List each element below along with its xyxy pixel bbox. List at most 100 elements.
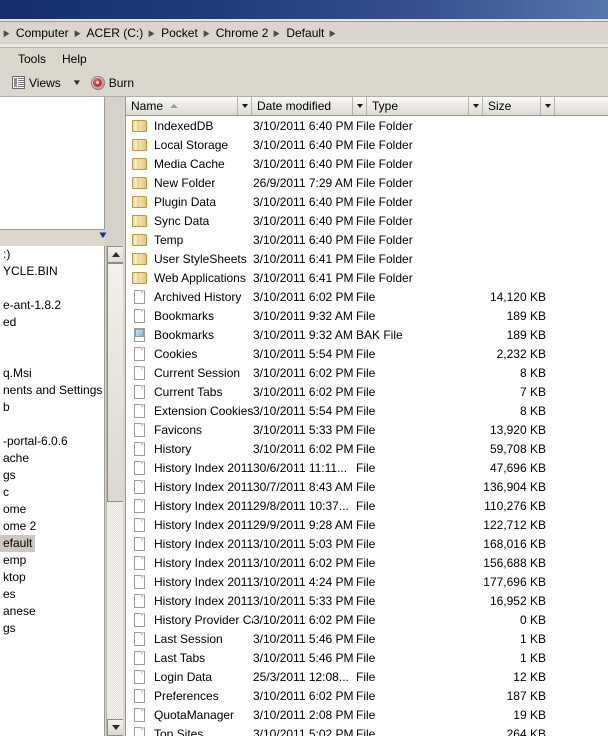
table-row[interactable]: Web Applications 3/10/2011 6:41 PM File Fo… — [126, 268, 608, 287]
breadcrumb-item-computer[interactable]: Computer — [14, 25, 71, 41]
tree-item[interactable]: ome 2 — [0, 518, 104, 535]
nav-pane-scrollbar[interactable] — [106, 246, 124, 736]
table-row[interactable]: Archived History 3/10/2011 6:02 PM File 14,… — [126, 287, 608, 306]
cell-date-modified: 3/10/2011 5:33 PM — [253, 422, 354, 437]
scroll-up-arrow-icon[interactable] — [107, 246, 124, 263]
menu-item-tools[interactable]: Tools — [10, 50, 54, 68]
table-row[interactable]: User StyleSheets 3/10/2011 6:41 PM File Fo… — [126, 249, 608, 268]
views-button[interactable]: Views — [8, 74, 65, 92]
table-row[interactable]: History Index 2011-093/10/2011 4:24 PMFi… — [126, 572, 608, 591]
breadcrumb-arrow-icon[interactable]: ▶ — [201, 28, 213, 38]
breadcrumb-arrow-icon[interactable]: ▶ — [1, 28, 13, 38]
breadcrumb-item-default[interactable]: Default — [284, 25, 326, 41]
table-row[interactable]: Top Sites 3/10/2011 5:02 PM File 264 KB — [126, 724, 608, 736]
file-name-label: Bookmarks — [154, 308, 215, 323]
table-row[interactable]: IndexedDB 3/10/2011 6:40 PM File Folder — [126, 116, 608, 135]
table-row[interactable]: History Index 2011-073/10/2011 5:03 PMFi… — [126, 534, 608, 553]
table-row[interactable]: Sync Data 3/10/2011 6:40 PM File Folder — [126, 211, 608, 230]
breadcrumb-arrow-icon[interactable]: ▶ — [327, 28, 339, 38]
table-row[interactable]: Cookies 3/10/2011 5:54 PM File 2,232 KB — [126, 344, 608, 363]
tree-item[interactable]: :) — [0, 246, 104, 263]
table-row[interactable]: Bookmarks 3/10/2011 9:32 AM File 189 KB — [126, 306, 608, 325]
file-icon — [132, 650, 148, 665]
tree-item[interactable]: anese — [0, 603, 104, 620]
table-row[interactable]: Bookmarks 3/10/2011 9:32 AM BAK File 189 KB — [126, 325, 608, 344]
tree-item[interactable]: gs — [0, 467, 104, 484]
cell-size: 7 KB — [519, 384, 546, 399]
column-header-date-modified[interactable]: Date modified — [252, 97, 353, 115]
table-row[interactable]: Plugin Data 3/10/2011 6:40 PM File Folder — [126, 192, 608, 211]
tree-item[interactable]: e-ant-1.8.2 — [0, 297, 104, 314]
table-row[interactable]: History Index 2011-0430/7/2011 8:43 AMFi… — [126, 477, 608, 496]
breadcrumb-item-chrome-2[interactable]: Chrome 2 — [214, 25, 271, 41]
table-row[interactable]: History Provider Cache3/10/2011 6:02 PMF… — [126, 610, 608, 629]
tree-item[interactable]: YCLE.BIN — [0, 263, 104, 280]
table-row[interactable]: Local Storage 3/10/2011 6:40 PM File Folde… — [126, 135, 608, 154]
breadcrumb-arrow-icon[interactable]: ▶ — [72, 28, 84, 38]
table-row[interactable]: History Index 2011-0529/8/2011 10:37... F… — [126, 496, 608, 515]
tree-item[interactable]: es — [0, 586, 104, 603]
cell-date-modified: 30/7/2011 8:43 AM — [253, 479, 353, 494]
table-row[interactable]: Current Session 3/10/2011 6:02 PM File 8 KB — [126, 363, 608, 382]
address-bar[interactable]: ▶ Computer ▶ ACER (C:) ▶ Pocket ▶ Chrome… — [0, 22, 608, 45]
table-row[interactable]: Media Cache 3/10/2011 6:40 PM File Folder — [126, 154, 608, 173]
tree-item[interactable] — [0, 348, 104, 365]
column-header-size[interactable]: Size — [483, 97, 541, 115]
breadcrumb-arrow-icon[interactable]: ▶ — [271, 28, 283, 38]
tree-item[interactable] — [0, 331, 104, 348]
nav-pane-folder-tree[interactable]: :) YCLE.BIN e-ant-1.8.2 ed q.Msi nents and Se… — [0, 246, 105, 736]
table-row[interactable]: New Folder 26/9/2011 7:29 AM File Folder — [126, 173, 608, 192]
table-row[interactable]: Extension Cookies 3/10/2011 5:54 PM File 8 … — [126, 401, 608, 420]
tree-item[interactable]: q.Msi — [0, 365, 104, 382]
scroll-down-arrow-icon[interactable] — [107, 719, 124, 736]
table-row[interactable]: Login Data 25/3/2011 12:08... File 12 KB — [126, 667, 608, 686]
views-chevron-down-icon[interactable]: ▼ — [72, 78, 82, 87]
tree-item[interactable]: ome — [0, 501, 104, 518]
table-row[interactable]: History Index 2011-103/10/2011 5:33 PMFi… — [126, 591, 608, 610]
breadcrumb-item-pocket[interactable]: Pocket — [159, 25, 200, 41]
file-name-label: Plugin Data — [154, 194, 217, 209]
file-name-label: History Index 2011-04 — [154, 479, 253, 494]
table-row[interactable]: History Index 2011-0330/6/2011 11:11... F… — [126, 458, 608, 477]
tree-item[interactable]: ed — [0, 314, 104, 331]
tree-item[interactable]: c — [0, 484, 104, 501]
file-name-label: QuotaManager — [154, 707, 235, 722]
window-title-bar[interactable] — [0, 0, 608, 19]
column-filter-size[interactable] — [541, 97, 555, 115]
table-row[interactable]: Current Tabs 3/10/2011 6:02 PM File 7 KB — [126, 382, 608, 401]
tree-item[interactable]: emp — [0, 552, 104, 569]
tree-item[interactable]: ktop — [0, 569, 104, 586]
table-row[interactable]: History Index 2011-0629/9/2011 9:28 AMFi… — [126, 515, 608, 534]
tree-item[interactable] — [0, 416, 104, 433]
table-row[interactable]: Last Session 3/10/2011 5:46 PM File 1 KB — [126, 629, 608, 648]
cell-size: 156,688 KB — [483, 555, 546, 570]
table-row[interactable]: QuotaManager 3/10/2011 2:08 PM File 19 KB — [126, 705, 608, 724]
tree-item[interactable]: b — [0, 399, 104, 416]
tree-item[interactable]: efault — [0, 535, 104, 552]
table-row[interactable]: History 3/10/2011 6:02 PM File 59,708 KB — [126, 439, 608, 458]
table-row[interactable]: Preferences 3/10/2011 6:02 PM File 187 KB — [126, 686, 608, 705]
tree-item[interactable] — [0, 280, 104, 297]
table-row[interactable]: History Index 2011-083/10/2011 6:02 PMFi… — [126, 553, 608, 572]
breadcrumb-item-acer-c[interactable]: ACER (C:) — [85, 25, 146, 41]
sort-ascending-icon — [170, 104, 179, 108]
tree-item[interactable]: -portal-6.0.6 — [0, 433, 104, 450]
table-row[interactable]: Temp 3/10/2011 6:40 PM File Folder — [126, 230, 608, 249]
column-filter-type[interactable] — [469, 97, 483, 115]
tree-item[interactable]: nents and Settings — [0, 382, 104, 399]
chevron-double-down-icon[interactable]: ▼ — [97, 229, 113, 240]
column-header-type[interactable]: Type — [367, 97, 469, 115]
breadcrumb-arrow-icon[interactable]: ▶ — [146, 28, 158, 38]
column-filter-name[interactable] — [238, 97, 252, 115]
column-filter-date-modified[interactable] — [353, 97, 367, 115]
tree-item[interactable]: ache — [0, 450, 104, 467]
table-row[interactable]: Last Tabs 3/10/2011 5:46 PM File 1 KB — [126, 648, 608, 667]
burn-button[interactable]: Burn — [87, 74, 138, 92]
column-header-name[interactable]: Name — [126, 97, 238, 115]
tree-item[interactable]: gs — [0, 620, 104, 637]
folder-tree: :) YCLE.BIN e-ant-1.8.2 ed q.Msi nents and Se… — [0, 246, 104, 637]
table-row[interactable]: Favicons 3/10/2011 5:33 PM File 13,920 KB — [126, 420, 608, 439]
nav-scrollbar-thumb[interactable] — [107, 263, 124, 502]
menu-item-help[interactable]: Help — [54, 50, 95, 68]
cell-date-modified: 3/10/2011 5:46 PM — [253, 650, 354, 665]
